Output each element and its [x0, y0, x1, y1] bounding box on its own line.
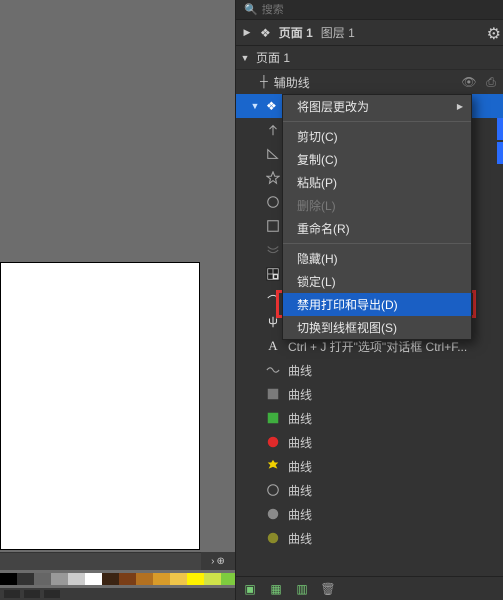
layer-item[interactable]: 曲线 — [236, 430, 503, 454]
layer-item-label: 曲线 — [288, 434, 503, 451]
star-icon — [266, 171, 280, 185]
new-layer-icon[interactable]: ▣ — [242, 581, 258, 597]
layer-item-label: 曲线 — [288, 530, 503, 547]
wave-icon — [266, 363, 280, 377]
arrow-up-icon — [266, 123, 280, 137]
ctx-wireframe[interactable]: 切换到线框视图(S) — [283, 316, 471, 339]
dot-yellow-icon — [266, 459, 280, 473]
guides-icon: ┼ — [260, 76, 268, 88]
layer-item-label: 曲线 — [288, 362, 503, 379]
menu-separator — [283, 243, 471, 244]
color-swatch[interactable] — [17, 573, 34, 585]
layer-item[interactable]: 曲线 — [236, 454, 503, 478]
document-page[interactable] — [0, 262, 200, 550]
layer-item-label: 曲线 — [288, 386, 503, 403]
layer-item-label: Ctrl + J 打开"选项"对话框 Ctrl+F... — [288, 338, 503, 355]
dot-red-icon — [266, 435, 280, 449]
stack-icon: ❖ — [260, 26, 271, 40]
zoom-icon: ⊕ — [216, 556, 224, 567]
canvas-area[interactable]: ›⊕ — [0, 0, 235, 600]
layer-color-strip — [497, 118, 503, 140]
panel-header: ▶ ❖ 页面 1 图层 1 — [236, 20, 503, 46]
color-swatch[interactable] — [102, 573, 119, 585]
ctx-cut[interactable]: 剪切(C) — [283, 125, 471, 148]
tree-guides-row[interactable]: ┼ 辅助线 👁 ⎙ — [236, 70, 503, 94]
expand-icon[interactable]: ▶ — [242, 27, 252, 38]
circle-icon — [266, 195, 280, 209]
status-bar — [0, 588, 235, 600]
layer-item[interactable]: 曲线 — [236, 478, 503, 502]
page-navigator[interactable]: ›⊕ — [201, 552, 235, 570]
layer-item-label: 曲线 — [288, 482, 503, 499]
trident-icon — [266, 315, 280, 329]
square-icon — [266, 219, 280, 233]
color-swatch[interactable] — [153, 573, 170, 585]
color-swatch[interactable] — [85, 573, 102, 585]
smile-icon — [266, 291, 280, 305]
text-a-icon: A — [266, 339, 280, 353]
ctx-delete: 删除(L) — [283, 194, 471, 217]
color-swatch[interactable] — [187, 573, 204, 585]
panel-footer: ▣ ▦ ▥ 🗑 — [236, 576, 503, 600]
color-swatch[interactable] — [68, 573, 85, 585]
dot-gray-icon — [266, 507, 280, 521]
layer-item[interactable]: 曲线 — [236, 406, 503, 430]
color-swatch[interactable] — [119, 573, 136, 585]
search-input[interactable] — [262, 4, 495, 16]
new-layer-icon[interactable]: ▦ — [268, 581, 284, 597]
visibility-icon[interactable]: 👁 — [461, 75, 477, 89]
ctx-hide[interactable]: 隐藏(H) — [283, 247, 471, 270]
export-icon[interactable]: ⎙ — [483, 75, 499, 90]
active-layer-label: 图层 1 — [321, 24, 355, 41]
color-swatch[interactable] — [34, 573, 51, 585]
layer-item-label: 曲线 — [288, 458, 503, 475]
triangle-icon — [266, 147, 280, 161]
tree-page-label: 页面 1 — [256, 49, 499, 66]
sq-green-icon — [266, 411, 280, 425]
new-sublayer-icon[interactable]: ▥ — [294, 581, 310, 597]
color-swatch[interactable] — [170, 573, 187, 585]
ring-icon — [266, 483, 280, 497]
ctx-copy[interactable]: 复制(C) — [283, 148, 471, 171]
layer-color-strip — [497, 142, 503, 164]
ctx-rename[interactable]: 重命名(R) — [283, 217, 471, 240]
chevron-down-icon[interactable]: ▼ — [250, 101, 260, 111]
tree-page-row[interactable]: ▼ 页面 1 — [236, 46, 503, 70]
color-swatch[interactable] — [204, 573, 221, 585]
layer-item-label: 曲线 — [288, 506, 503, 523]
color-swatch[interactable] — [0, 573, 17, 585]
layer-item-label: 曲线 — [288, 410, 503, 427]
color-swatch[interactable] — [136, 573, 153, 585]
horizontal-scrollbar[interactable] — [0, 552, 201, 570]
qr-icon — [266, 267, 280, 281]
gear-icon[interactable]: ⚙ — [487, 24, 501, 44]
ctx-change-layer-to[interactable]: 将图层更改为 — [283, 95, 471, 118]
layer-stack-icon: ❖ — [266, 99, 277, 113]
layer-item[interactable]: 曲线 — [236, 358, 503, 382]
layer-item[interactable]: 曲线 — [236, 382, 503, 406]
chevron-down-icon[interactable]: ▼ — [240, 53, 250, 63]
ctx-lock[interactable]: 锁定(L) — [283, 270, 471, 293]
layer-context-menu: 将图层更改为 剪切(C) 复制(C) 粘贴(P) 删除(L) 重命名(R) 隐藏… — [282, 94, 472, 340]
layer-item[interactable]: 曲线 — [236, 502, 503, 526]
menu-separator — [283, 121, 471, 122]
tree-guides-label: 辅助线 — [274, 74, 455, 91]
color-palette[interactable] — [0, 570, 235, 588]
layer-item[interactable]: 曲线 — [236, 526, 503, 550]
search-row[interactable]: 🔍 — [236, 0, 503, 20]
color-swatch[interactable] — [51, 573, 68, 585]
page-title: 页面 1 — [279, 24, 313, 41]
delete-layer-icon[interactable]: 🗑 — [320, 581, 336, 597]
dot-olive-icon — [266, 531, 280, 545]
ctx-disable-print-export[interactable]: 禁用打印和导出(D) — [283, 293, 471, 316]
search-icon: 🔍 — [244, 3, 258, 16]
wing-gray-icon — [266, 243, 280, 257]
sq-gray-icon — [266, 387, 280, 401]
ctx-paste[interactable]: 粘贴(P) — [283, 171, 471, 194]
